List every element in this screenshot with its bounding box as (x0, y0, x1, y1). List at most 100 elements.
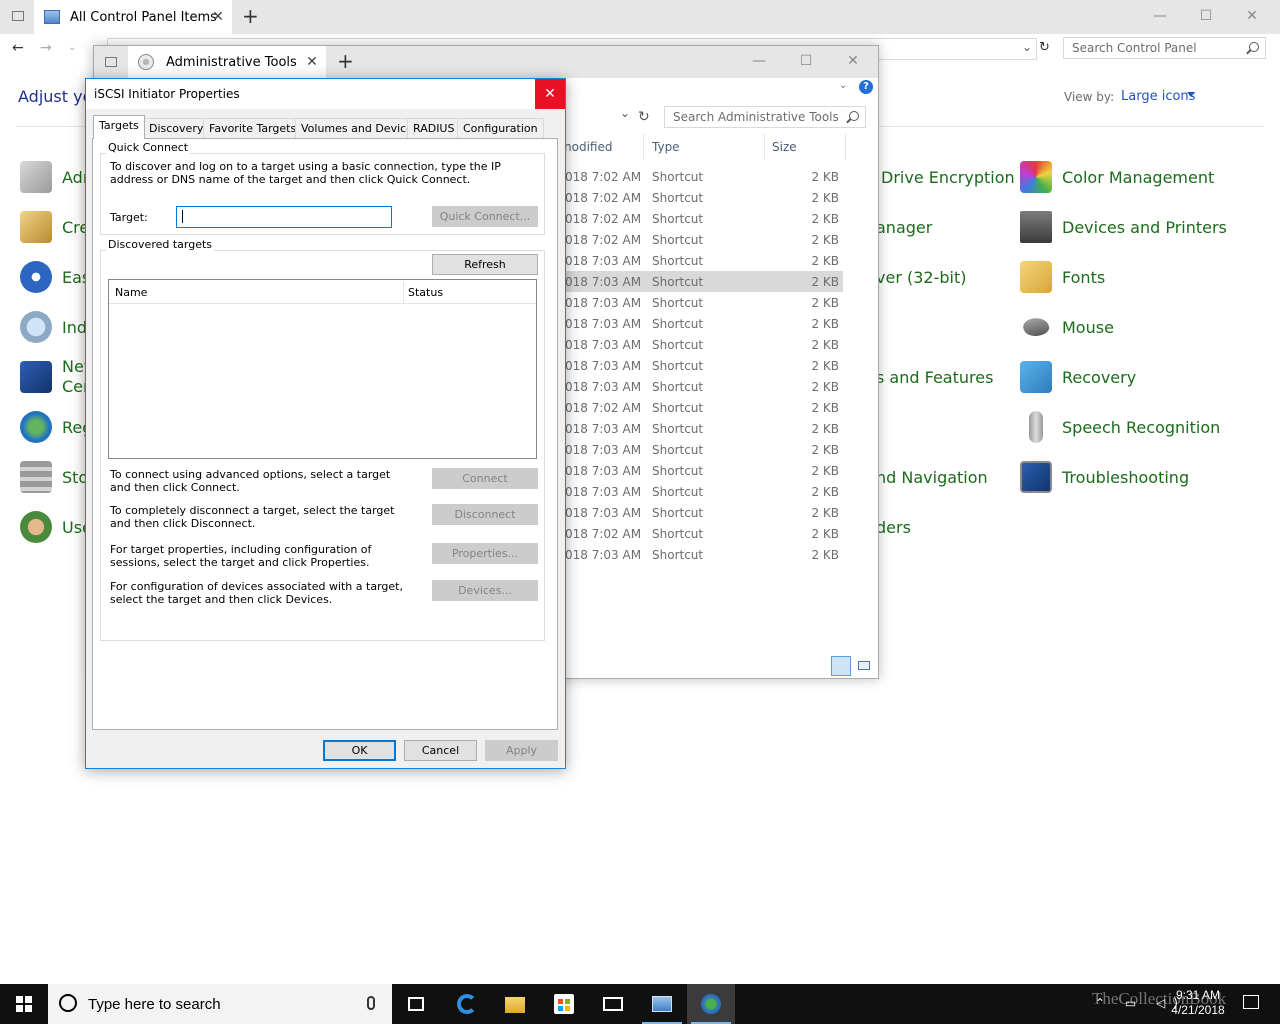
maximize-icon[interactable]: ☐ (1183, 0, 1229, 32)
taskbar-search-box[interactable]: Type here to search (48, 984, 392, 1024)
view-by-dropdown[interactable]: Large icons (1121, 89, 1195, 104)
cp-item-work-folders[interactable]: ders (876, 507, 911, 547)
back-icon[interactable]: ← (12, 40, 24, 56)
tab-volumes-and-devices[interactable]: Volumes and Devices (295, 118, 425, 138)
taskbar-edge[interactable] (443, 984, 491, 1024)
minimize-icon[interactable]: — (736, 46, 782, 76)
target-input[interactable] (176, 206, 392, 228)
cp-item-recovery[interactable]: Recovery (1020, 357, 1136, 397)
large-icons-view-icon[interactable] (854, 656, 874, 676)
tab-targets[interactable]: Targets (93, 115, 145, 139)
file-row[interactable]: 018 7:03 AM Shortcut 2 KB (565, 544, 843, 565)
task-view-button[interactable] (392, 984, 440, 1024)
refresh-icon[interactable]: ↻ (1039, 40, 1050, 55)
cp-item-programs-and-features[interactable]: s and Features (876, 357, 993, 397)
file-row[interactable]: 018 7:03 AM Shortcut 2 KB (565, 334, 843, 355)
file-row[interactable]: 018 7:03 AM Shortcut 2 KB (565, 460, 843, 481)
clock[interactable]: 9:31 AM 4/21/2018 (1163, 988, 1233, 1018)
maximize-icon[interactable]: ☐ (783, 46, 829, 76)
close-window-icon[interactable]: ✕ (830, 46, 876, 76)
file-row[interactable]: 018 7:03 AM Shortcut 2 KB (565, 376, 843, 397)
cp-item-region[interactable]: Reg (20, 407, 92, 447)
cp-item-mail-32-bit[interactable]: ver (32-bit) (876, 257, 966, 297)
help-icon[interactable]: ? (859, 80, 873, 94)
apply-button[interactable]: Apply (485, 740, 558, 761)
discovered-targets-list[interactable]: Name Status (108, 279, 537, 459)
close-tab-icon[interactable]: ✕ (210, 9, 226, 25)
start-button[interactable] (0, 984, 48, 1024)
file-row[interactable]: 018 7:03 AM Shortcut 2 KB (565, 418, 843, 439)
tab-favorite-targets[interactable]: Favorite Targets (203, 118, 303, 138)
column-divider[interactable] (764, 134, 765, 160)
properties-button[interactable]: Properties... (432, 543, 538, 564)
file-row[interactable]: 018 7:03 AM Shortcut 2 KB (565, 313, 843, 334)
ok-button[interactable]: OK (323, 740, 396, 761)
file-row[interactable]: 018 7:03 AM Shortcut 2 KB (565, 250, 843, 271)
file-row[interactable]: 018 7:02 AM Shortcut 2 KB (565, 229, 843, 250)
cp-item-fonts[interactable]: Fonts (1020, 257, 1105, 297)
file-row[interactable]: 018 7:03 AM Shortcut 2 KB (565, 502, 843, 523)
action-center-icon[interactable] (1243, 995, 1259, 1009)
file-row[interactable]: 018 7:02 AM Shortcut 2 KB (565, 523, 843, 544)
task-view-icon[interactable] (105, 57, 117, 67)
new-tab-icon[interactable]: + (242, 6, 259, 26)
cp-item-device-manager[interactable]: anager (876, 207, 932, 247)
cp-item-color-management[interactable]: Color Management (1020, 157, 1214, 197)
close-window-icon[interactable]: ✕ (1229, 0, 1275, 32)
taskbar-mail[interactable] (589, 984, 637, 1024)
file-row[interactable]: 018 7:03 AM Shortcut 2 KB (565, 481, 843, 502)
cp-item-ease-of-access[interactable]: Eas (20, 257, 90, 297)
admin-tools-search-input[interactable]: Search Administrative Tools (664, 106, 866, 128)
column-header-size[interactable]: Size (772, 140, 797, 154)
taskbar-file-explorer[interactable] (491, 984, 539, 1024)
quick-connect-button[interactable]: Quick Connect... (432, 206, 538, 227)
column-header-date-modified[interactable]: nodified (564, 140, 612, 154)
file-row[interactable]: 018 7:03 AM Shortcut 2 KB (565, 439, 843, 460)
cp-item-speech-recognition[interactable]: Speech Recognition (1020, 407, 1220, 447)
tab-discovery[interactable]: Discovery (143, 118, 210, 138)
cp-item-mouse[interactable]: Mouse (1019, 307, 1114, 347)
column-divider[interactable] (845, 134, 846, 160)
column-header-type[interactable]: Type (652, 140, 680, 154)
disconnect-button[interactable]: Disconnect (432, 504, 538, 525)
tab-radius[interactable]: RADIUS (407, 118, 461, 138)
forward-icon[interactable]: → (40, 40, 52, 56)
refresh-button[interactable]: Refresh (432, 254, 538, 275)
cp-item-bitlocker-drive-encryption[interactable]: Drive Encryption (881, 157, 1015, 197)
chevron-down-icon[interactable] (1187, 92, 1195, 97)
column-header-name[interactable]: Name (115, 286, 147, 299)
taskbar-control-panel[interactable] (638, 984, 686, 1024)
cp-item-storage-spaces[interactable]: Sto (20, 457, 88, 497)
cp-item-user-accounts[interactable]: Use (20, 507, 92, 547)
recent-locations-icon[interactable]: ⌄ (68, 42, 76, 53)
cp-item-tablet-pc-navigation[interactable]: nd Navigation (876, 457, 988, 497)
close-icon[interactable]: ✕ (535, 79, 565, 109)
minimize-icon[interactable]: — (1137, 0, 1183, 32)
cp-item-administrative-tools[interactable]: Adr (20, 157, 89, 197)
details-view-icon[interactable] (831, 656, 851, 676)
file-row[interactable]: 018 7:03 AM Shortcut 2 KB (565, 292, 843, 313)
file-row[interactable]: 018 7:02 AM Shortcut 2 KB (565, 187, 843, 208)
cp-item-network-and-sharing-center[interactable]: Net Cen (20, 357, 93, 397)
taskbar-store[interactable] (540, 984, 588, 1024)
cp-item-indexing-options[interactable]: Ind (20, 307, 87, 347)
devices-button[interactable]: Devices... (432, 580, 538, 601)
task-view-icon[interactable] (12, 11, 24, 21)
tab-configuration[interactable]: Configuration (457, 118, 544, 138)
tab-all-control-panel-items[interactable]: All Control Panel Items ✕ (34, 0, 232, 34)
close-tab-icon[interactable]: ✕ (304, 54, 320, 70)
cp-item-devices-and-printers[interactable]: Devices and Printers (1020, 207, 1227, 247)
taskbar-administrative-tools[interactable] (687, 984, 735, 1024)
column-divider[interactable] (403, 282, 404, 304)
cp-item-credential-manager[interactable]: Cre (20, 207, 89, 247)
refresh-icon[interactable]: ↻ (638, 109, 650, 125)
address-dropdown-icon[interactable]: ⌄ (839, 80, 847, 91)
cancel-button[interactable]: Cancel (404, 740, 477, 761)
column-header-status[interactable]: Status (408, 286, 443, 299)
cp-item-troubleshooting[interactable]: Troubleshooting (1020, 457, 1189, 497)
file-row[interactable]: 018 7:02 AM Shortcut 2 KB (565, 166, 843, 187)
microphone-icon[interactable] (367, 996, 375, 1010)
tab-administrative-tools[interactable]: Administrative Tools ✕ (128, 46, 326, 78)
new-tab-icon[interactable]: + (337, 51, 354, 71)
file-row[interactable]: 018 7:03 AM Shortcut 2 KB (565, 271, 843, 292)
